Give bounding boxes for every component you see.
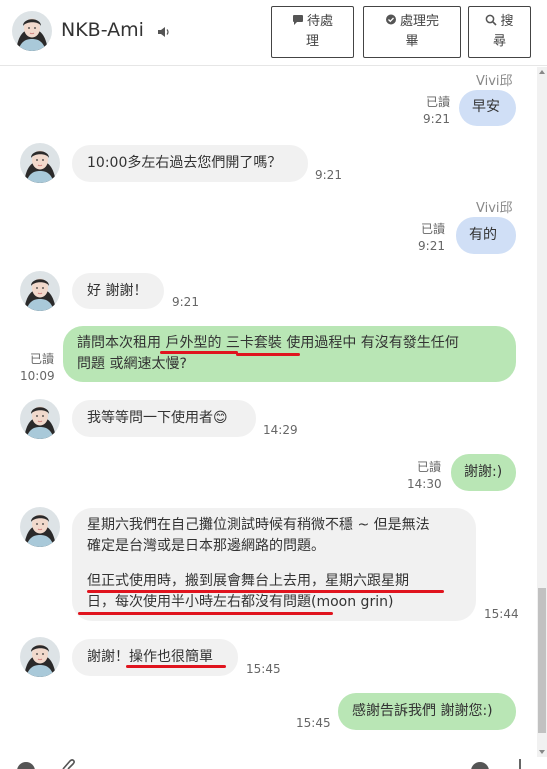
message-time: 9:21 — [423, 112, 450, 126]
message-bubble-incoming[interactable]: 謝謝！操作也很簡單 — [72, 639, 238, 676]
search-label-2: 尋 — [492, 34, 506, 49]
highlight-underline — [126, 665, 226, 668]
message-line: 確定是台灣或是日本那邊網路的問題。 — [87, 538, 325, 554]
read-receipt: 已讀 9:21 — [418, 94, 450, 128]
highlight-underline — [87, 590, 444, 593]
speaker-icon[interactable] — [157, 25, 171, 39]
emoji-icon[interactable] — [16, 761, 36, 769]
message-bubble-incoming[interactable]: 好 謝謝！ — [72, 273, 164, 309]
message-line: 但正式使用時，搬到展會舞台上去用，星期六跟星期 — [87, 573, 409, 589]
read-label: 已讀 — [416, 460, 441, 474]
message-time: 14:29 — [263, 423, 298, 437]
read-label: 已讀 — [425, 95, 450, 109]
highlight-underline — [236, 353, 300, 356]
highlight-underline — [78, 612, 333, 615]
pending-label-2: 理 — [305, 34, 319, 49]
message-bubble-incoming[interactable]: 10:00多左右過去您們開了嗎？ — [72, 145, 308, 182]
comment-check-icon — [385, 14, 396, 25]
message-time: 9:21 — [418, 239, 445, 253]
message-time: 9:21 — [315, 168, 342, 182]
message-sender: Vivi邱 — [476, 74, 513, 89]
search-button[interactable]: 搜 尋 — [468, 6, 531, 58]
read-label: 已讀 — [420, 222, 445, 236]
add-icon[interactable] — [514, 759, 526, 769]
read-label: 已讀 — [29, 352, 54, 366]
message-line: 問題 或網速太慢? — [77, 356, 187, 372]
message-line: 星期六我們在自己攤位測試時候有稍微不穩 ~ 但是無法 — [87, 517, 430, 533]
contact-name: NKB-Ami — [61, 19, 144, 41]
contact-avatar[interactable] — [12, 11, 52, 51]
read-receipt: 已讀 14:30 — [407, 459, 442, 493]
attachment-icon[interactable] — [60, 758, 76, 769]
scroll-up-arrow-icon[interactable] — [539, 70, 545, 74]
resolved-label-1: 處理完 — [399, 14, 439, 29]
contact-avatar — [20, 143, 60, 183]
contact-avatar — [20, 507, 60, 547]
message-bubble-outgoing[interactable]: 有的 — [456, 217, 516, 254]
message-bubble-outgoing[interactable]: 早安 — [459, 90, 516, 126]
comment-icon — [292, 15, 303, 25]
resolved-button[interactable]: 處理完 畢 — [363, 6, 461, 58]
pending-button[interactable]: 待處 理 — [271, 6, 354, 58]
read-receipt: 已讀 9:21 — [413, 221, 445, 255]
message-bubble-outgoing[interactable]: 謝謝:) — [451, 454, 516, 491]
resolved-label-2: 畢 — [405, 34, 419, 49]
message-time: 15:44 — [484, 607, 519, 621]
message-time: 15:45 — [246, 662, 281, 676]
message-bubble-incoming[interactable]: 星期六我們在自己攤位測試時候有稍微不穩 ~ 但是無法 確定是台灣或是日本那邊網路… — [72, 508, 476, 621]
composer-toolbar — [0, 757, 547, 769]
search-icon — [486, 14, 498, 26]
scrollbar-thumb[interactable] — [538, 588, 546, 733]
contact-avatar — [20, 271, 60, 311]
message-bubble-incoming[interactable]: 我等等問一下使用者😊 — [72, 400, 256, 437]
message-time: 10:09 — [20, 369, 55, 383]
chat-header: NKB-Ami 待處 理 處理完 畢 搜 尋 — [0, 0, 547, 66]
contact-avatar — [20, 637, 60, 677]
read-receipt: 已讀 10:09 — [20, 351, 55, 385]
message-sender: Vivi邱 — [476, 201, 513, 216]
message-line: 日，每次使用半小時左右都沒有問題(moon grin) — [87, 594, 394, 610]
contact-avatar — [20, 399, 60, 439]
message-time: 15:45 — [296, 716, 331, 730]
chat-messages[interactable]: Vivi邱 已讀 9:21 早安 10:00多左右過去您們開了嗎？ 9:21 V… — [0, 67, 537, 757]
highlight-underline — [160, 351, 238, 354]
message-time: 9:21 — [172, 295, 199, 309]
message-bubble-outgoing[interactable]: 感謝告訴我們 謝謝您:) — [338, 693, 516, 730]
message-line: 請問本次租用 戶外型的 三卡套裝 使用過程中 有沒有發生任何 — [77, 335, 459, 351]
sticker-icon[interactable] — [470, 761, 490, 769]
search-label-1: 搜 — [500, 14, 514, 29]
message-time: 14:30 — [407, 477, 442, 491]
scroll-down-arrow-icon[interactable] — [539, 750, 545, 754]
pending-label-1: 待處 — [306, 14, 333, 29]
